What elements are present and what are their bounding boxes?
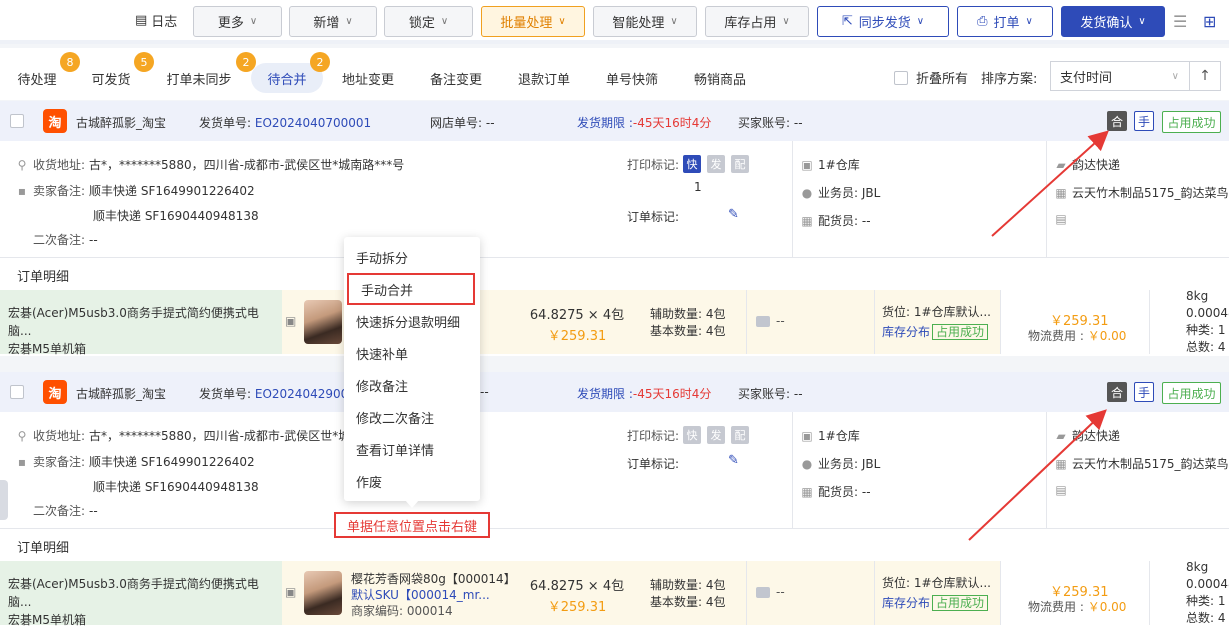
annotation-arrows [968, 130, 1109, 541]
annotation-arrow [968, 409, 1107, 541]
annotation-arrow [991, 130, 1109, 237]
